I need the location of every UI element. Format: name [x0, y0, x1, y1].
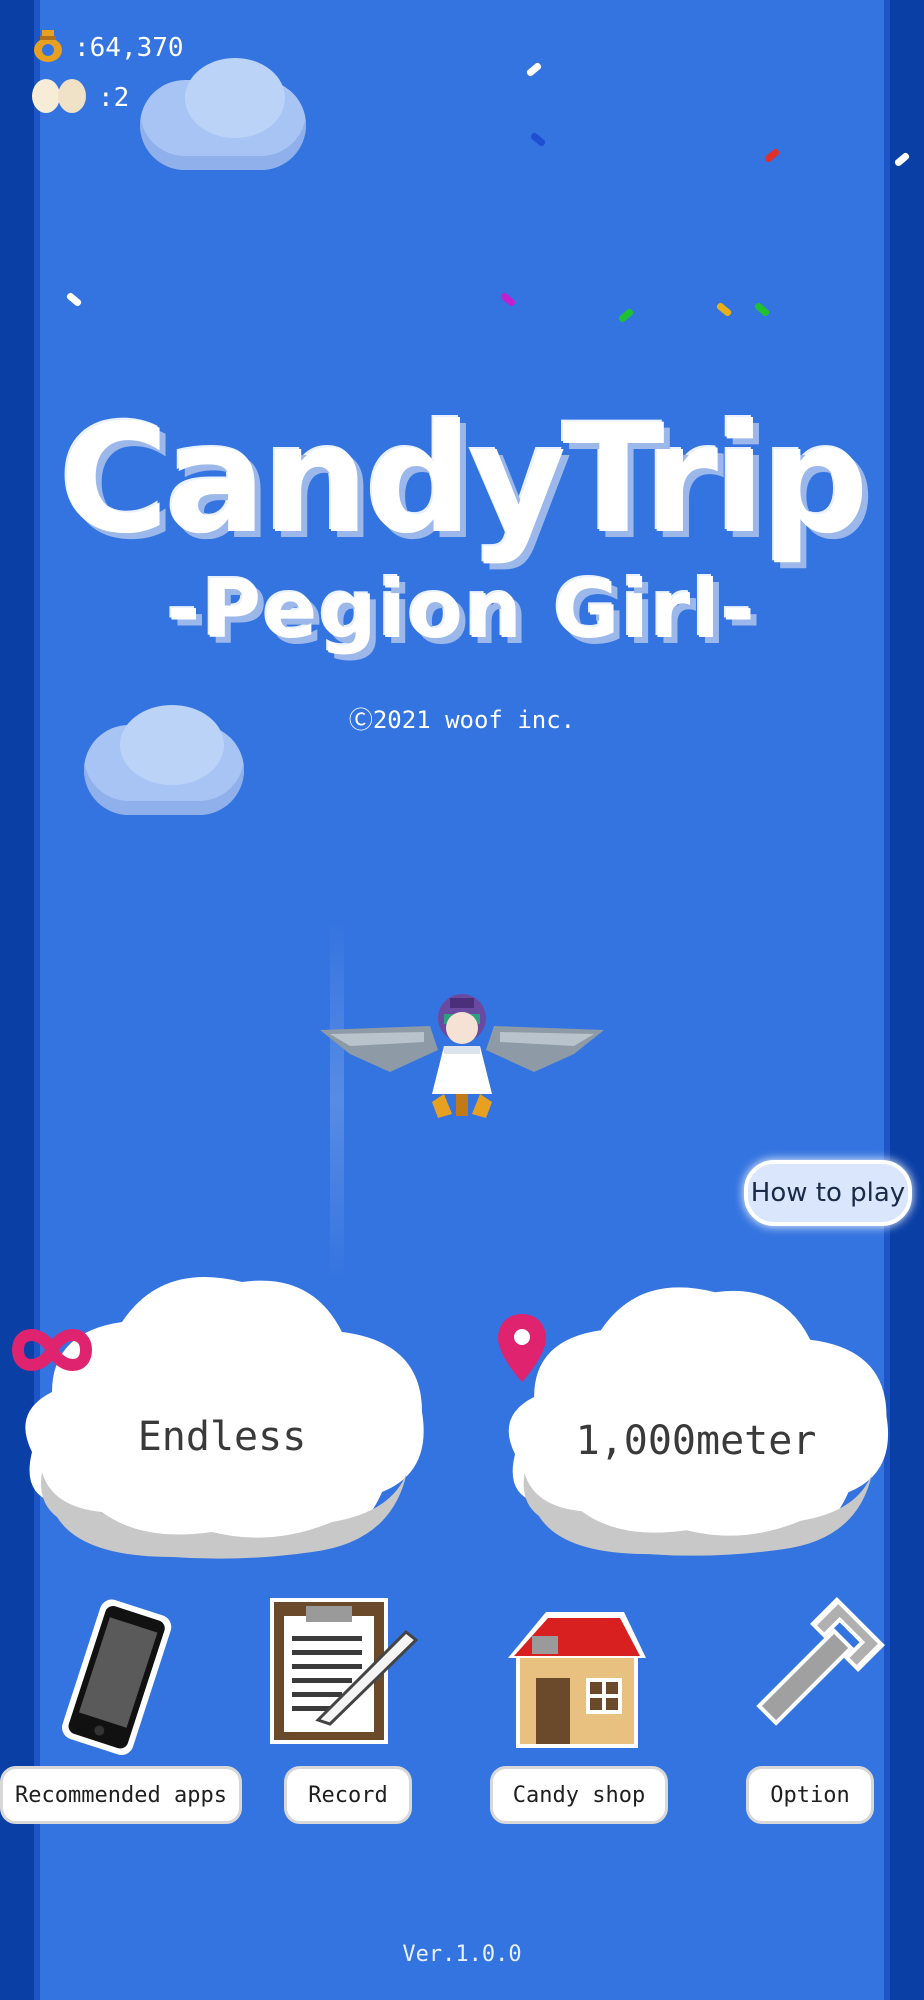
- coin-count: :64,370: [74, 32, 184, 63]
- meter-mode-button[interactable]: 1,000meter: [496, 1266, 896, 1566]
- game-title: CandyTrip: [59, 393, 869, 567]
- how-to-play-button[interactable]: How to play: [744, 1160, 912, 1226]
- game-subtitle: -Pegion Girl-: [167, 563, 757, 656]
- meter-mode-label: 1,000meter: [575, 1418, 817, 1464]
- money-bag-icon: [28, 24, 68, 71]
- house-icon[interactable]: [506, 1604, 648, 1754]
- endless-mode-label: Endless: [137, 1414, 307, 1460]
- candy-sprinkle: [525, 61, 543, 78]
- left-border: [0, 0, 40, 2000]
- recommended-apps-button[interactable]: Recommended apps: [0, 1766, 242, 1824]
- candy-sprinkle: [753, 301, 771, 318]
- pigeon-girl-character: [320, 990, 604, 1150]
- cloud-decoration: [185, 58, 285, 138]
- candy-sprinkle: [65, 291, 83, 308]
- version-text: Ver.1.0.0: [402, 1942, 522, 1967]
- egg-counter: :2: [28, 74, 129, 121]
- smartphone-icon[interactable]: [46, 1596, 186, 1760]
- endless-mode-button[interactable]: Endless: [12, 1262, 432, 1562]
- right-border: [884, 0, 924, 2000]
- option-button[interactable]: Option: [746, 1766, 874, 1824]
- candy-sprinkle: [529, 131, 547, 148]
- candy-shop-button[interactable]: Candy shop: [490, 1766, 668, 1824]
- candy-sprinkle: [617, 307, 635, 324]
- coin-counter: :64,370: [28, 24, 184, 71]
- clipboard-icon[interactable]: [266, 1596, 420, 1750]
- candy-sprinkle: [715, 301, 733, 318]
- egg-count: :2: [98, 82, 130, 113]
- candy-sprinkle: [763, 147, 781, 164]
- wrench-icon[interactable]: [732, 1594, 888, 1754]
- candy-sprinkle: [499, 291, 517, 308]
- eggs-icon: [28, 74, 92, 121]
- copyright-text: Ⓒ2021 woof inc.: [348, 706, 576, 734]
- record-button[interactable]: Record: [284, 1766, 412, 1824]
